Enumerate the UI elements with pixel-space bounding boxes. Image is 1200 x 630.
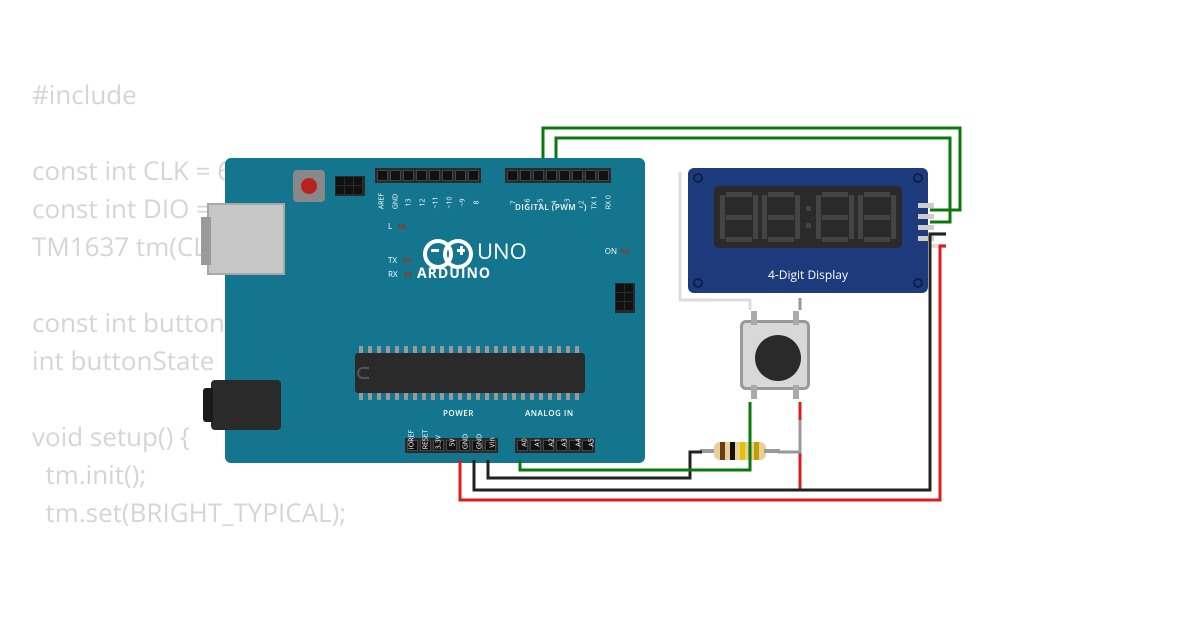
pin-label-reset: RESET [421, 436, 430, 450]
usb-connector [207, 203, 285, 275]
pin-label-a5: A5 [587, 436, 596, 450]
pin-label-gnd: GND [461, 436, 470, 450]
icsp-header-1 [335, 176, 365, 196]
pin-label-5v: 5V [448, 436, 457, 450]
analog-section-label: ANALOG IN [525, 408, 574, 419]
digit-2 [762, 192, 800, 242]
brand-label: ARDUINO [417, 264, 491, 283]
display-label: 4-Digit Display [688, 266, 928, 283]
digit-1 [720, 192, 758, 242]
pin-label-a2: A2 [547, 436, 556, 450]
pin-label-~9: ~9 [458, 196, 467, 210]
led-indicators: L TX RX [388, 220, 412, 282]
pin-label-a1: A1 [533, 436, 542, 450]
digit-3 [816, 192, 854, 242]
on-led: ON [605, 246, 629, 257]
tm1637-display-module[interactable]: 4-Digit Display [688, 168, 928, 293]
pin-label-tx 1: TX 1 [590, 196, 599, 210]
reset-button[interactable] [293, 170, 325, 202]
pin-label-8: 8 [472, 196, 481, 210]
pin-label-13: 13 [404, 196, 413, 210]
pin-label-~11: ~11 [431, 196, 440, 210]
digital-section-label: DIGITAL (PWM ~) [515, 202, 587, 213]
infinity-icon [423, 239, 473, 263]
pin-label-~10: ~10 [445, 196, 454, 210]
power-analog-pin-labels: IOREFRESET3.3V5VGNDGNDVinA0A1A2A3A4A5 [405, 426, 599, 435]
pin-label-a0: A0 [520, 436, 529, 450]
power-section-label: POWER [443, 408, 474, 419]
pin-label-a4: A4 [574, 436, 583, 450]
pin-label-aref: AREF [377, 196, 386, 210]
model-label: UNO [477, 236, 527, 266]
pin-label-gnd: GND [391, 196, 400, 210]
pin-label-vin: Vin [488, 436, 497, 450]
digital-header-left[interactable] [375, 168, 481, 183]
atmega-chip [355, 353, 585, 393]
pin-label-rx 0: RX 0 [604, 196, 613, 210]
digital-pin-labels: AREFGND1312~11~10~987~6~54~32TX 1RX 0 [375, 186, 615, 195]
barrel-jack [211, 380, 281, 430]
digit-4 [858, 192, 896, 242]
pin-label-a3: A3 [560, 436, 569, 450]
seven-segment-screen [714, 186, 902, 248]
pin-label-gnd: GND [475, 436, 484, 450]
pin-label-3.3v: 3.3V [434, 436, 443, 450]
icsp-header-2 [615, 283, 635, 313]
pin-label-ioref: IOREF [407, 436, 416, 450]
digital-header-right[interactable] [505, 168, 611, 183]
pin-label-12: 12 [418, 196, 427, 210]
resistor-10k[interactable] [700, 442, 780, 460]
push-button[interactable] [740, 320, 810, 390]
arduino-logo: UNO [423, 236, 527, 266]
display-pin-header[interactable] [918, 203, 934, 241]
arduino-uno-board[interactable]: AREFGND1312~11~10~987~6~54~32TX 1RX 0 DI… [225, 158, 645, 463]
colon [804, 206, 812, 228]
